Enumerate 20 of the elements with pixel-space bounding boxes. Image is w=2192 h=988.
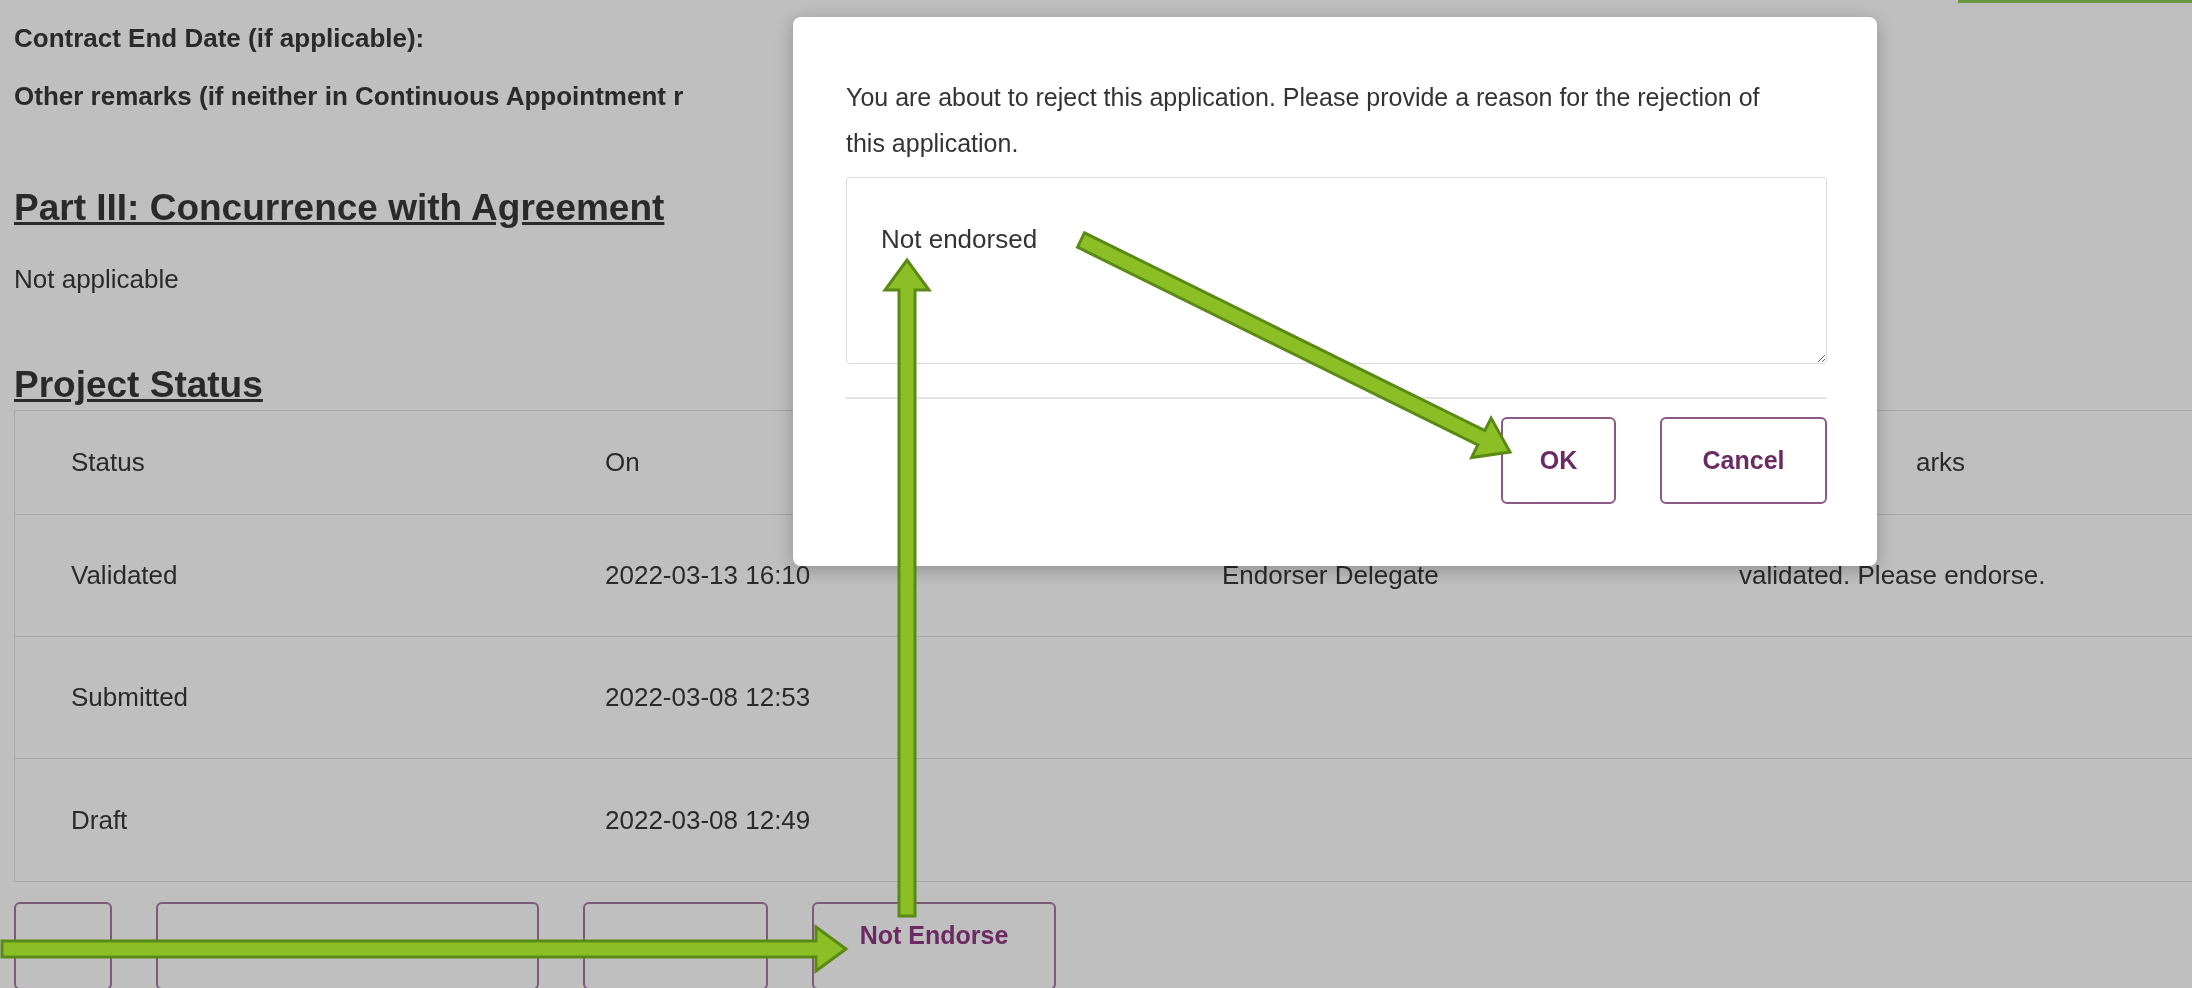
table-cell: validated. Please endorse. <box>1739 560 2046 590</box>
field-label: Other remarks (if neither in Continuous Appointment r <box>14 80 684 113</box>
reason-field[interactable]: Not endorsed <box>846 177 1827 364</box>
cancel-button[interactable]: Cancel <box>1660 417 1827 504</box>
column-header: On <box>605 447 640 477</box>
table-cell: 2022-03-08 12:49 <box>605 804 811 835</box>
column-header: Status <box>71 447 145 477</box>
section-heading: Part III: Concurrence with Agreement <box>14 186 665 230</box>
field-label: Contract End Date (if applicable): <box>14 22 425 55</box>
section-heading: Project Status <box>14 363 263 407</box>
table-cell: Submitted <box>71 682 189 712</box>
section-text: Not applicable <box>14 263 179 296</box>
table-cell: 2022-03-13 16:10 <box>605 560 811 590</box>
dialog-message: You are about to reject this application. Please provide a reason for the rejection of this application. <box>846 82 1761 159</box>
table-cell: Endorser Delegate <box>1222 560 1439 590</box>
table-cell: 2022-03-08 12:53 <box>605 682 811 712</box>
table-cell: Validated <box>71 560 178 590</box>
ok-button[interactable]: OK <box>1501 417 1616 504</box>
column-header: arks <box>1916 447 1966 477</box>
table-cell: Draft <box>71 804 128 835</box>
